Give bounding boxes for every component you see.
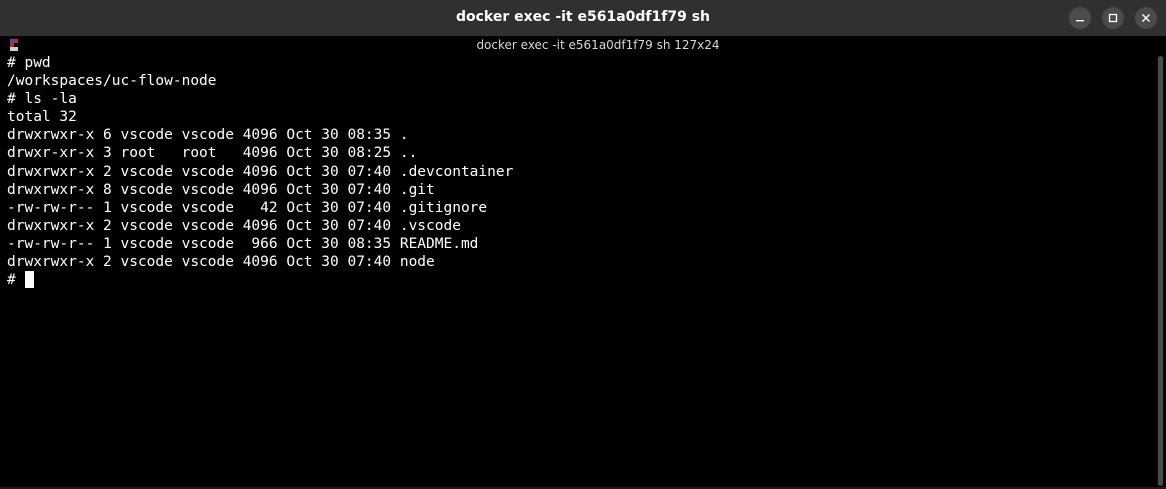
terminal-line: drwxrwxr-x 2 vscode vscode 4096 Oct 30 0… bbox=[7, 254, 435, 271]
text-cursor bbox=[24, 271, 34, 289]
terminal-line: -rw-rw-r-- 1 vscode vscode 966 Oct 30 08… bbox=[7, 235, 479, 252]
terminal-output[interactable]: # pwd/workspaces/uc-flow-node # ls -la tot… bbox=[7, 54, 1152, 486]
title-bar[interactable]: docker exec -it e561a0df1f79 sh bbox=[0, 0, 1166, 36]
terminal-line: /workspaces/uc-flow-node bbox=[7, 73, 217, 90]
terminal-line: drwxrwxr-x 2 vscode vscode 4096 Oct 30 0… bbox=[7, 163, 514, 180]
close-button[interactable] bbox=[1135, 7, 1157, 29]
minimize-icon bbox=[1076, 20, 1084, 22]
terminal-line: drwxrwxr-x 8 vscode vscode 4096 Oct 30 0… bbox=[7, 181, 435, 198]
terminal-window: docker exec -it e561a0df1f79 sh docker e… bbox=[0, 0, 1166, 489]
terminal-line: drwxrwxr-x 2 vscode vscode 4096 Oct 30 0… bbox=[7, 217, 461, 234]
prompt-line[interactable]: # bbox=[7, 271, 1152, 289]
terminal-line: # ls -la bbox=[7, 91, 77, 108]
tab-bar[interactable]: docker exec -it e561a0df1f79 sh 127x24 bbox=[0, 36, 1166, 54]
prompt-symbol: # bbox=[7, 272, 16, 289]
maximize-button[interactable] bbox=[1102, 7, 1124, 29]
maximize-icon bbox=[1108, 13, 1118, 23]
minimize-button[interactable] bbox=[1069, 7, 1091, 29]
scrollbar[interactable] bbox=[1157, 56, 1164, 486]
window-title: docker exec -it e561a0df1f79 sh bbox=[455, 9, 711, 25]
scrollbar-thumb[interactable] bbox=[1158, 56, 1163, 486]
close-icon bbox=[1142, 14, 1150, 22]
terminal-line: # pwd bbox=[7, 55, 51, 71]
terminal-line: total 32 bbox=[7, 109, 77, 126]
terminal-line: -rw-rw-r-- 1 vscode vscode 42 Oct 30 07:… bbox=[7, 199, 488, 216]
terminal-line: drwxrwxr-x 6 vscode vscode 4096 Oct 30 0… bbox=[7, 127, 409, 144]
tab-title: docker exec -it e561a0df1f79 sh 127x24 bbox=[476, 38, 720, 52]
terminal-line: drwxr-xr-x 3 root root 4096 Oct 30 08:25… bbox=[7, 145, 418, 162]
